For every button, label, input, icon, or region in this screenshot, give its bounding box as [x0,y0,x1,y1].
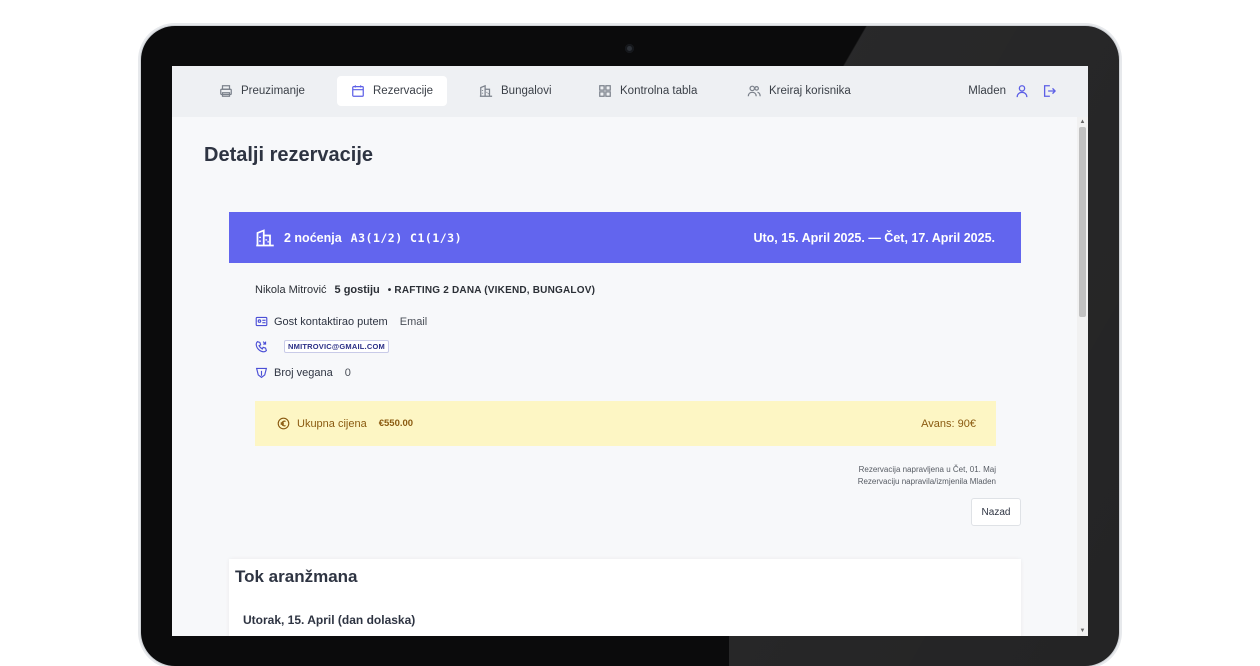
nights-count: 2 noćenja [284,230,342,245]
reservation-summary: 2 noćenja A3(1/2) C1(1/3) [255,212,462,263]
vegan-row: Broj vegana 0 [255,366,351,379]
dashboard-icon [599,85,611,97]
vegan-label: Broj vegana [274,366,333,379]
laptop-frame: Preuzimanje Rezervacije Bungalovi Kontro… [141,26,1119,666]
nav-item-kontrolna-tabla[interactable]: Kontrolna tabla [584,76,711,106]
scroll-down-arrow[interactable]: ▼ [1079,628,1086,634]
nav-item-label: Kreiraj korisnika [769,85,851,97]
guest-name: Nikola Mitrović [255,284,327,296]
euro-icon [277,417,290,430]
total-price-amount: €550.00 [378,418,414,429]
contact-label: Gost kontaktirao putem [274,315,388,328]
nav-item-label: Bungalovi [501,85,552,97]
nav-item-rezervacije[interactable]: Rezervacije [337,76,448,106]
users-icon [747,85,761,97]
nav-item-label: Rezervacije [373,85,434,97]
guest-count: 5 gostiju [334,284,380,296]
bungalow-icon [479,84,493,97]
timeline-card: Tok aranžmana Utorak, 15. April (dan dol… [229,559,1021,636]
nav-item-kreiraj-korisnika[interactable]: Kreiraj korisnika [733,76,865,106]
contact-method-row: Gost kontaktirao putem Email [255,315,427,328]
scrollbar-thumb[interactable] [1079,127,1086,317]
package-name: • RAFTING 2 DANA (VIKEND, BUNGALOV) [387,284,596,296]
nav-item-label: Preuzimanje [241,85,305,97]
created-at: Rezervacija napravljena u Čet, 01. Maj [858,465,996,474]
nav-item-label: Kontrolna tabla [620,85,698,97]
phone-icon [255,340,268,353]
printer-icon [220,85,232,97]
timeline-title: Tok aranžmana [235,567,358,586]
scroll-up-arrow[interactable]: ▲ [1079,119,1086,125]
user-icon[interactable] [1015,84,1029,98]
app-screen: Preuzimanje Rezervacije Bungalovi Kontro… [172,66,1088,636]
contact-value: Email [399,315,428,328]
page-title: Detalji rezervacije [204,144,373,166]
deposit: Avans: 90€ [921,417,976,430]
user-menu: Mladen [968,76,1056,106]
email-row: NMITROVIC@GMAIL.COM [255,340,389,353]
units-list: A3(1/2) C1(1/3) [350,230,463,245]
date-range: Uto, 15. April 2025. — Čet, 17. April 20… [753,230,995,245]
price-box: Ukupna cijena €550.00 Avans: 90€ [255,401,996,446]
email-link[interactable]: NMITROVIC@GMAIL.COM [284,340,389,353]
user-name[interactable]: Mladen [968,85,1006,97]
top-nav: Preuzimanje Rezervacije Bungalovi Kontro… [172,66,1088,117]
total-price: Ukupna cijena €550.00 [277,401,413,446]
created-by: Rezervaciju napravila/izmjenila Mladen [857,476,996,486]
calendar-icon [352,85,364,97]
bungalow-icon [256,228,274,246]
nav-item-bungalovi[interactable]: Bungalovi [465,76,566,106]
reservation-header: 2 noćenja A3(1/2) C1(1/3) Uto, 15. April… [229,212,1021,263]
back-button[interactable]: Nazad [971,498,1021,526]
logout-icon[interactable] [1042,84,1056,98]
timeline-day: Utorak, 15. April (dan dolaska) [243,613,416,627]
camera-icon [625,44,634,53]
id-card-icon [255,316,268,327]
scrollbar[interactable]: ▲ ▼ [1077,117,1088,636]
leaf-shield-icon [255,367,268,379]
total-price-label: Ukupna cijena [297,417,367,430]
vegan-value: 0 [344,366,351,379]
reservation-meta: Rezervacija napravljena u Čet, 01. Maj R… [858,464,996,487]
guest-line: Nikola Mitrović 5 gostiju • RAFTING 2 DA… [255,284,595,296]
nav-item-preuzimanje[interactable]: Preuzimanje [205,76,319,106]
